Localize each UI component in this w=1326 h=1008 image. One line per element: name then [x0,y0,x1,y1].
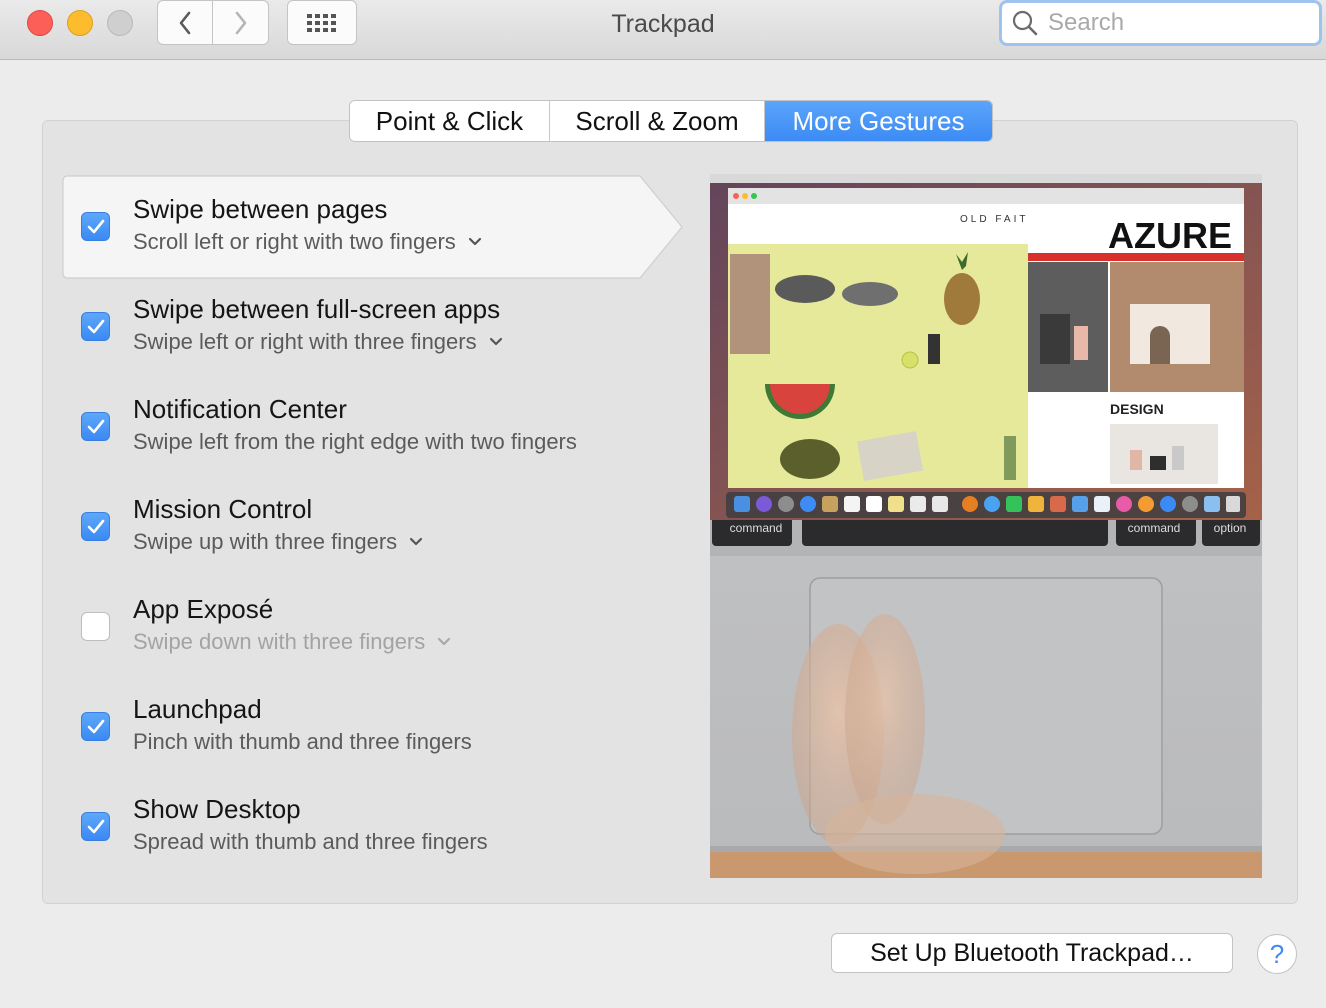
gesture-title: Swipe between pages [133,194,388,224]
key-command-left: command [730,521,783,535]
gesture-option-dropdown[interactable]: Swipe up with three fingers [133,529,423,555]
preview-section-label: DESIGN [1110,401,1164,417]
gesture-subtitle: Swipe left or right with three fingers [133,329,477,354]
gesture-mission-control[interactable]: Mission Control Swipe up with three fing… [62,476,682,578]
checkbox-notification-center[interactable] [81,412,110,441]
help-button[interactable]: ? [1257,934,1297,974]
checkmark-icon [87,819,104,833]
search-input[interactable] [1048,9,1298,37]
checkmark-icon [87,319,104,333]
gesture-title: Launchpad [133,694,262,724]
gesture-swipe-between-pages[interactable]: Swipe between pages Scroll left or right… [62,176,682,278]
gesture-option-dropdown[interactable]: Swipe left or right with three fingers [133,329,503,355]
gesture-option-dropdown[interactable]: Swipe down with three fingers [133,629,451,655]
tab-point-click[interactable]: Point & Click [350,101,550,141]
checkbox-mission-control[interactable] [81,512,110,541]
gesture-subtitle: Pinch with thumb and three fingers [133,729,472,754]
chevron-down-icon [489,337,502,346]
gesture-option-dropdown[interactable]: Scroll left or right with two fingers [133,229,482,255]
search-field[interactable] [999,0,1322,46]
tab-scroll-zoom[interactable]: Scroll & Zoom [550,101,765,141]
tab-bar: Point & Click Scroll & Zoom More Gesture… [349,100,993,142]
gesture-launchpad[interactable]: Launchpad Pinch with thumb and three fin… [62,676,682,778]
checkbox-swipe-between-full-screen-apps[interactable] [81,312,110,341]
gesture-title: Mission Control [133,494,313,524]
gesture-swipe-between-full-screen-apps[interactable]: Swipe between full-screen apps Swipe lef… [62,276,682,378]
gesture-title: Show Desktop [133,794,301,824]
gesture-show-desktop[interactable]: Show Desktop Spread with thumb and three… [62,776,682,878]
checkmark-icon [87,419,104,433]
gesture-subtitle: Swipe left from the right edge with two … [133,429,577,454]
key-option: option [1214,521,1247,535]
gesture-preview-video: command command option OLD FAITHFUL AZUR… [710,174,1262,878]
checkbox-launchpad[interactable] [81,712,110,741]
gesture-title: App Exposé [133,594,274,624]
checkbox-swipe-between-pages[interactable] [81,212,110,241]
gesture-notification-center[interactable]: Notification Center Swipe left from the … [62,376,682,478]
set-up-bluetooth-trackpad-button[interactable]: Set Up Bluetooth Trackpad… [831,933,1233,973]
checkmark-icon [87,519,104,533]
preview-illustration: command command option OLD FAITHFUL AZUR… [710,174,1262,878]
gesture-title: Notification Center [133,394,347,424]
gesture-subtitle: Swipe down with three fingers [133,629,426,654]
checkmark-icon [87,719,104,733]
gesture-app-expose[interactable]: App Exposé Swipe down with three fingers [62,576,682,678]
gesture-subtitle: Swipe up with three fingers [133,529,398,554]
dock-icons [734,496,1240,512]
checkmark-icon [87,219,104,233]
chevron-down-icon [438,637,451,646]
key-command-right: command [1128,521,1181,535]
checkbox-show-desktop[interactable] [81,812,110,841]
tab-more-gestures[interactable]: More Gestures [765,101,992,141]
gesture-subtitle: Spread with thumb and three fingers [133,829,488,854]
chevron-down-icon [468,237,481,246]
checkbox-app-expose[interactable] [81,612,110,641]
gesture-subtitle: Scroll left or right with two fingers [133,229,456,254]
gesture-title: Swipe between full-screen apps [133,294,501,324]
preview-magazine-title: AZURE [1108,215,1232,256]
search-icon [1012,10,1038,36]
chevron-down-icon [410,537,423,546]
title-bar: Trackpad [0,0,1326,60]
